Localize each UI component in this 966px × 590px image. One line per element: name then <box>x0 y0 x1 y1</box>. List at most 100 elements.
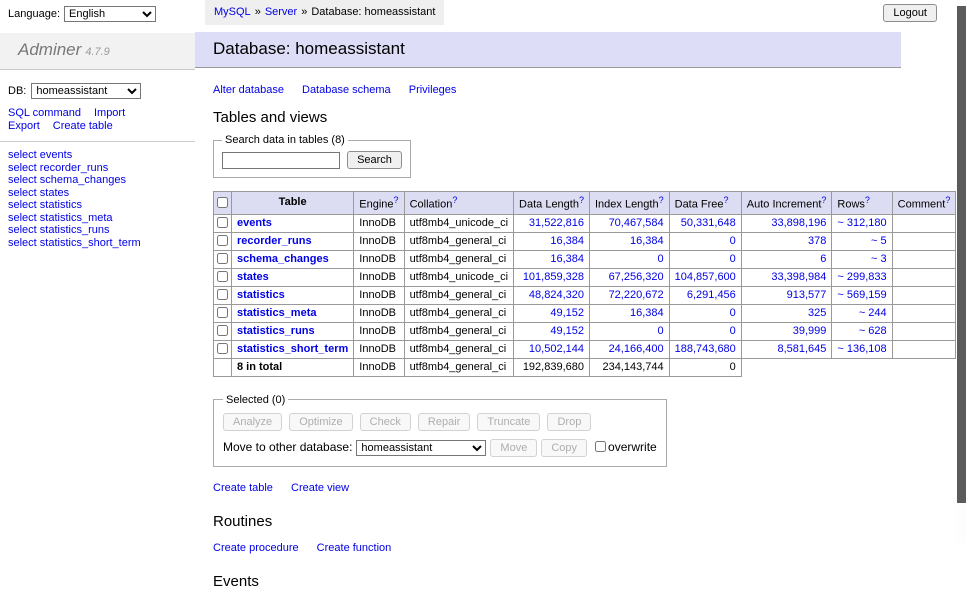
truncate-button[interactable]: Truncate <box>477 413 540 431</box>
row-checkbox[interactable] <box>217 253 228 264</box>
data-length-link[interactable]: 16,384 <box>550 235 584 247</box>
table-name-link[interactable]: schema_changes <box>237 253 329 265</box>
analyze-button[interactable]: Analyze <box>223 413 282 431</box>
data-free-link[interactable]: 0 <box>730 253 736 265</box>
data-length-link[interactable]: 101,859,328 <box>523 271 584 283</box>
create-view-link[interactable]: Create view <box>291 482 349 494</box>
column-help-link[interactable]: ? <box>821 195 826 205</box>
create-procedure-link[interactable]: Create procedure <box>213 542 299 554</box>
column-help-link[interactable]: ? <box>945 195 950 205</box>
index-length-link[interactable]: 24,166,400 <box>609 343 664 355</box>
column-help-link[interactable]: ? <box>865 195 870 205</box>
sidebar-item-select-statistics[interactable]: select statistics <box>8 199 195 212</box>
rows-estimate-link[interactable]: ~ 628 <box>859 325 887 337</box>
index-length-link[interactable]: 72,220,672 <box>609 289 664 301</box>
auto-increment-link[interactable]: 913,577 <box>787 289 827 301</box>
row-checkbox[interactable] <box>217 325 228 336</box>
optimize-button[interactable]: Optimize <box>289 413 352 431</box>
sidebar-export-link[interactable]: Export <box>8 120 40 132</box>
data-length-link[interactable]: 31,522,816 <box>529 217 584 229</box>
table-name-link[interactable]: recorder_runs <box>237 235 312 247</box>
data-length-link[interactable]: 49,152 <box>550 325 584 337</box>
logout-button[interactable]: Logout <box>883 4 937 22</box>
rows-estimate-link[interactable]: ~ 569,159 <box>837 289 886 301</box>
breadcrumb-mysql-link[interactable]: MySQL <box>214 6 251 18</box>
table-name-link[interactable]: statistics_runs <box>237 325 315 337</box>
rows-estimate-link[interactable]: ~ 136,108 <box>837 343 886 355</box>
column-help-link[interactable]: ? <box>724 195 729 205</box>
data-free-link[interactable]: 6,291,456 <box>687 289 736 301</box>
table-name-link[interactable]: statistics_meta <box>237 307 317 319</box>
data-free-link[interactable]: 0 <box>730 235 736 247</box>
overwrite-checkbox[interactable] <box>595 441 606 452</box>
copy-button[interactable]: Copy <box>541 439 587 457</box>
breadcrumb-server-link[interactable]: Server <box>265 6 297 18</box>
repair-button[interactable]: Repair <box>418 413 470 431</box>
index-length-link[interactable]: 16,384 <box>630 307 664 319</box>
row-checkbox[interactable] <box>217 307 228 318</box>
row-checkbox[interactable] <box>217 289 228 300</box>
index-length-link[interactable]: 16,384 <box>630 235 664 247</box>
alter-database-link[interactable]: Alter database <box>213 84 284 96</box>
sidebar-item-select-events[interactable]: select events <box>8 149 195 162</box>
auto-increment-link[interactable]: 378 <box>808 235 826 247</box>
create-table-link[interactable]: Create table <box>213 482 273 494</box>
table-name-link[interactable]: states <box>237 271 269 283</box>
index-length-link[interactable]: 70,467,584 <box>609 217 664 229</box>
data-length-link[interactable]: 10,502,144 <box>529 343 584 355</box>
sidebar-item-select-schema-changes[interactable]: select schema_changes <box>8 174 195 187</box>
auto-increment-link[interactable]: 325 <box>808 307 826 319</box>
search-button[interactable]: Search <box>347 151 402 169</box>
table-name-link[interactable]: events <box>237 217 272 229</box>
privileges-link[interactable]: Privileges <box>409 84 457 96</box>
drop-button[interactable]: Drop <box>547 413 591 431</box>
scrollbar[interactable] <box>956 0 966 543</box>
sidebar-item-select-states[interactable]: select states <box>8 187 195 200</box>
row-checkbox[interactable] <box>217 217 228 228</box>
data-length-link[interactable]: 49,152 <box>550 307 584 319</box>
db-select[interactable]: homeassistant <box>31 83 141 99</box>
sidebar-sql-command-link[interactable]: SQL command <box>8 107 81 119</box>
move-database-select[interactable]: homeassistant <box>356 440 486 456</box>
sidebar-item-select-statistics-runs[interactable]: select statistics_runs <box>8 224 195 237</box>
data-free-link[interactable]: 0 <box>730 325 736 337</box>
column-help-link[interactable]: ? <box>394 195 399 205</box>
auto-increment-link[interactable]: 33,398,984 <box>771 271 826 283</box>
data-length-link[interactable]: 48,824,320 <box>529 289 584 301</box>
column-help-link[interactable]: ? <box>579 195 584 205</box>
index-length-link[interactable]: 67,256,320 <box>609 271 664 283</box>
sidebar-item-select-recorder-runs[interactable]: select recorder_runs <box>8 162 195 175</box>
rows-estimate-link[interactable]: ~ 3 <box>871 253 887 265</box>
data-free-link[interactable]: 104,857,600 <box>675 271 736 283</box>
create-function-link[interactable]: Create function <box>317 542 392 554</box>
database-schema-link[interactable]: Database schema <box>302 84 391 96</box>
row-checkbox[interactable] <box>217 271 228 282</box>
auto-increment-link[interactable]: 8,581,645 <box>777 343 826 355</box>
index-length-link[interactable]: 0 <box>658 253 664 265</box>
column-help-link[interactable]: ? <box>659 195 664 205</box>
check-button[interactable]: Check <box>360 413 411 431</box>
data-free-link[interactable]: 188,743,680 <box>675 343 736 355</box>
index-length-link[interactable]: 0 <box>658 325 664 337</box>
data-length-link[interactable]: 16,384 <box>550 253 584 265</box>
sidebar-import-link[interactable]: Import <box>94 107 125 119</box>
auto-increment-link[interactable]: 39,999 <box>793 325 827 337</box>
table-name-link[interactable]: statistics_short_term <box>237 343 348 355</box>
select-all-checkbox[interactable] <box>217 197 228 208</box>
search-input[interactable] <box>222 152 340 169</box>
sidebar-create-table-link[interactable]: Create table <box>53 120 113 132</box>
scrollbar-thumb[interactable] <box>957 6 966 503</box>
sidebar-item-select-statistics-short-term[interactable]: select statistics_short_term <box>8 237 195 250</box>
column-help-link[interactable]: ? <box>452 195 457 205</box>
data-free-link[interactable]: 0 <box>730 307 736 319</box>
rows-estimate-link[interactable]: ~ 5 <box>871 235 887 247</box>
row-checkbox[interactable] <box>217 343 228 354</box>
auto-increment-link[interactable]: 6 <box>820 253 826 265</box>
rows-estimate-link[interactable]: ~ 312,180 <box>837 217 886 229</box>
rows-estimate-link[interactable]: ~ 299,833 <box>837 271 886 283</box>
rows-estimate-link[interactable]: ~ 244 <box>859 307 887 319</box>
language-select[interactable]: English <box>64 6 156 22</box>
sidebar-item-select-statistics-meta[interactable]: select statistics_meta <box>8 212 195 225</box>
data-free-link[interactable]: 50,331,648 <box>681 217 736 229</box>
row-checkbox[interactable] <box>217 235 228 246</box>
